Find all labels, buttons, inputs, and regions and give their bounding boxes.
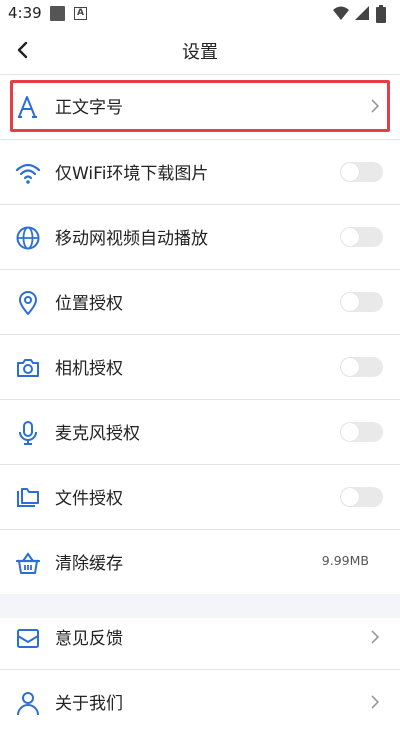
chevron-right-icon <box>371 695 380 709</box>
globe-icon <box>16 226 40 250</box>
mail-icon <box>17 629 39 648</box>
status-time: 4:39 <box>8 4 42 22</box>
row-label: 清除缓存 <box>55 554 123 574</box>
wifi-signal-icon <box>333 6 349 20</box>
user-icon <box>17 692 39 716</box>
camera-icon <box>17 359 39 377</box>
settings-row-clear-cache[interactable]: 清除缓存 9.99MB <box>0 530 400 594</box>
settings-row-camera[interactable]: 相机授权 <box>0 335 400 399</box>
basket-icon <box>15 552 41 574</box>
row-label: 关于我们 <box>55 694 123 714</box>
row-label: 移动网视频自动播放 <box>55 229 208 249</box>
row-label: 相机授权 <box>55 359 123 379</box>
folder-icon <box>17 488 39 507</box>
toggle-knob <box>341 488 359 506</box>
video-autoplay-toggle[interactable] <box>340 227 383 247</box>
status-bar: 4:39 A <box>0 0 400 28</box>
toggle-knob <box>341 423 359 441</box>
location-pin-icon <box>19 291 37 315</box>
chevron-right-icon <box>371 630 380 644</box>
toggle-knob <box>341 293 359 311</box>
row-label: 仅WiFi环境下载图片 <box>55 164 209 184</box>
settings-row-wifi-images[interactable]: 仅WiFi环境下载图片 <box>0 140 400 204</box>
battery-icon <box>376 5 386 23</box>
cache-size-value: 9.99MB <box>321 553 369 568</box>
settings-row-video-autoplay[interactable]: 移动网视频自动播放 <box>0 205 400 269</box>
settings-row-location[interactable]: 位置授权 <box>0 270 400 334</box>
cell-signal-icon <box>355 6 369 20</box>
row-label: 位置授权 <box>55 294 123 314</box>
microphone-toggle[interactable] <box>340 422 383 442</box>
settings-row-feedback[interactable]: 意见反馈 <box>0 605 400 669</box>
toggle-knob <box>341 358 359 376</box>
toggle-knob <box>341 228 359 246</box>
settings-row-about[interactable]: 关于我们 <box>0 670 400 734</box>
location-toggle[interactable] <box>340 292 383 312</box>
toggle-knob <box>341 163 359 181</box>
notification-square-icon <box>50 6 65 21</box>
file-toggle[interactable] <box>340 487 383 507</box>
microphone-icon <box>19 421 37 445</box>
row-label: 意见反馈 <box>55 629 123 649</box>
app-bar: 设置 <box>0 28 400 74</box>
settings-row-file[interactable]: 文件授权 <box>0 465 400 529</box>
camera-toggle[interactable] <box>340 357 383 377</box>
notification-a-icon: A <box>74 7 87 20</box>
row-label: 麦克风授权 <box>55 424 140 444</box>
wifi-images-toggle[interactable] <box>340 162 383 182</box>
highlight-box <box>10 80 390 132</box>
page-title: 设置 <box>182 42 218 63</box>
row-label: 文件授权 <box>55 489 123 509</box>
wifi-icon <box>15 163 41 184</box>
settings-row-microphone[interactable]: 麦克风授权 <box>0 400 400 464</box>
